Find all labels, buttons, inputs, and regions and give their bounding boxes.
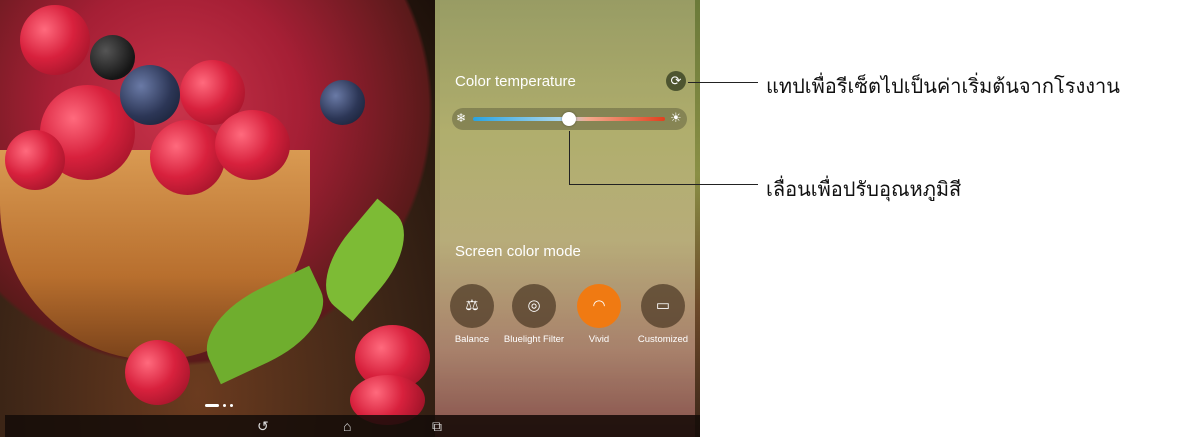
wallpaper-raspberry <box>150 120 225 195</box>
callout-line-slider-vertical <box>569 131 570 184</box>
mode-label: Bluelight Filter <box>503 334 565 345</box>
navigation-bar <box>5 415 700 437</box>
page-dot <box>223 404 226 408</box>
display-settings-panel <box>435 0 695 415</box>
wallpaper-raspberry <box>5 130 65 190</box>
mode-label: Balance <box>454 334 490 345</box>
refresh-icon: ⟳ <box>670 73 682 88</box>
page-indicator <box>205 397 237 415</box>
wallpaper-raspberry <box>20 5 90 75</box>
wallpaper-raspberry <box>125 340 190 405</box>
reset-button[interactable]: ⟳ <box>666 71 686 91</box>
screen-color-mode-title: Screen color mode <box>455 243 581 260</box>
callout-line-reset <box>688 82 758 83</box>
sun-icon: ☀ <box>670 110 682 125</box>
balance-scale-icon: ⚖ <box>450 284 494 328</box>
wallpaper-blueberry <box>320 80 365 125</box>
mode-customized[interactable]: ▭ Customized <box>632 284 694 345</box>
mode-label: Vivid <box>588 334 610 345</box>
back-icon[interactable]: ↺ <box>257 418 269 435</box>
mode-bluelight-filter[interactable]: ◎ Bluelight Filter <box>503 284 565 345</box>
rainbow-icon: ◠ <box>577 284 621 328</box>
wallpaper-blueberry <box>120 65 180 125</box>
callout-line-slider-horizontal <box>569 184 758 185</box>
screen-settings-icon: ▭ <box>641 284 685 328</box>
callout-slide-text: เลื่อนเพื่อปรับอุณหภูมิสี <box>766 179 962 201</box>
snowflake-icon: ❄ <box>456 111 467 125</box>
slider-thumb[interactable] <box>562 112 576 126</box>
recent-apps-icon[interactable]: ⧉ <box>432 418 442 435</box>
mode-vivid[interactable]: ◠ Vivid <box>568 284 630 345</box>
home-icon[interactable]: ⌂ <box>343 418 351 434</box>
mode-balance[interactable]: ⚖ Balance <box>441 284 503 345</box>
wallpaper-blackberry <box>90 35 135 80</box>
callout-reset-text: แทปเพื่อรีเซ็ตไปเป็นค่าเริ่มต้นจากโรงงาน <box>766 76 1120 98</box>
wallpaper-raspberry <box>215 110 290 180</box>
page-dot-active <box>205 404 219 408</box>
page-dot <box>230 404 233 408</box>
mode-label: Customized <box>637 334 689 345</box>
eye-shield-icon: ◎ <box>512 284 556 328</box>
color-temperature-title: Color temperature <box>455 73 576 90</box>
